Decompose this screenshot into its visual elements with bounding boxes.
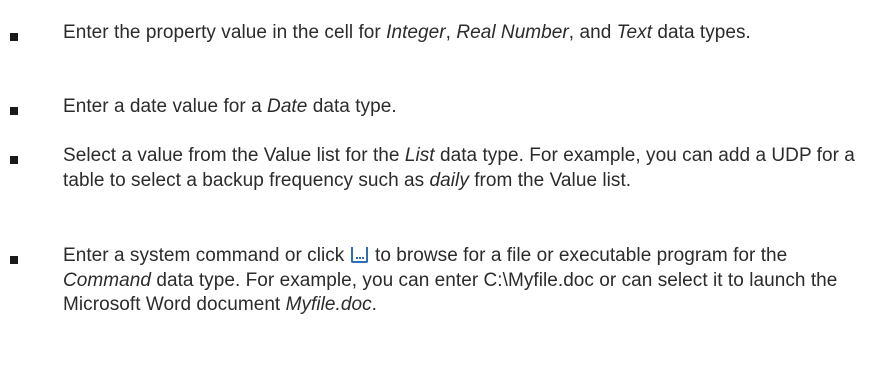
italic-term: Integer — [386, 22, 446, 43]
bullet-text: Select a value from the Value list for t… — [63, 144, 873, 193]
text-segment: Enter the property value in the cell for — [63, 22, 387, 43]
italic-term: Text — [616, 22, 653, 43]
text-segment: , and — [568, 22, 617, 43]
italic-term: Date — [267, 96, 308, 117]
text-segment: data type. — [307, 96, 397, 117]
bullet-text: Enter the property value in the cell for… — [63, 21, 873, 46]
italic-term: daily — [429, 169, 469, 191]
bullet-list: Enter the property value in the cell for… — [0, 0, 885, 375]
italic-term: List — [404, 145, 435, 166]
bullet-square-icon — [10, 156, 18, 164]
browse-icon[interactable] — [350, 247, 368, 263]
bullet-text: Enter a system command or click to brows… — [63, 244, 873, 318]
bullet-text: Enter a date value for a Date data type. — [63, 95, 873, 120]
text-segment: Select a value from the Value list for t… — [63, 145, 405, 166]
italic-term: Real Number — [456, 22, 569, 43]
browse-dots — [355, 255, 364, 259]
text-segment: data type. For example, you can enter C:… — [63, 269, 838, 316]
text-segment: to browse for a file or executable progr… — [369, 245, 788, 266]
italic-term: Myfile.doc — [285, 294, 372, 315]
italic-term: Command — [63, 269, 151, 291]
bullet-square-icon — [10, 107, 18, 115]
text-segment: Enter a system command or click — [63, 245, 350, 266]
text-segment: , — [445, 22, 457, 43]
bullet-square-icon — [10, 33, 18, 41]
text-segment: from the Value list. — [468, 169, 632, 191]
text-segment: data types. — [652, 22, 751, 43]
text-segment: Enter a date value for a — [63, 96, 268, 117]
bullet-square-icon — [10, 256, 18, 264]
text-segment: . — [371, 294, 377, 315]
